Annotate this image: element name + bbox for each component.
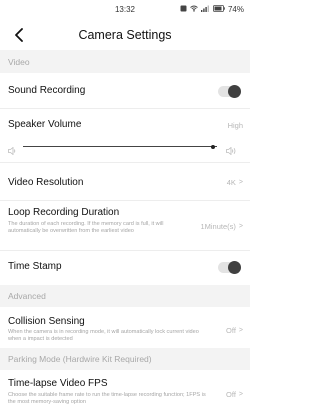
- loop-recording-value: 1Minute(s) >: [200, 222, 243, 231]
- chevron-right-icon: >: [238, 391, 243, 398]
- volume-slider[interactable]: [23, 144, 217, 149]
- timelapse-fps-row[interactable]: Time-lapse Video FPS Choose the suitable…: [0, 370, 250, 413]
- timelapse-fps-desc: Choose the suitable frame rate to run th…: [8, 392, 206, 405]
- video-resolution-row[interactable]: Video Resolution 4K >: [0, 163, 250, 201]
- status-bar: 13:32 74%: [0, 0, 250, 20]
- signal-icon: [200, 5, 210, 14]
- collision-sensing-value-text: Off: [226, 326, 236, 335]
- notification-icon: [180, 5, 187, 14]
- battery-icon: [213, 5, 225, 14]
- time-stamp-row: Time Stamp: [0, 251, 250, 285]
- time-stamp-toggle[interactable]: [218, 261, 241, 274]
- chevron-right-icon: >: [238, 223, 243, 230]
- time-stamp-label: Time Stamp: [8, 261, 62, 272]
- chevron-right-icon: >: [238, 179, 243, 186]
- collision-sensing-value: Off >: [226, 326, 243, 335]
- speaker-volume-row: Speaker Volume High: [0, 109, 250, 163]
- timelapse-fps-value-text: Off: [226, 390, 236, 399]
- page-title: Camera Settings: [78, 28, 172, 42]
- sound-recording-toggle[interactable]: [218, 85, 241, 98]
- video-resolution-value-text: 4K: [226, 178, 236, 187]
- loop-recording-value-text: 1Minute(s): [200, 222, 236, 231]
- volume-low-icon: [8, 142, 17, 160]
- video-resolution-label: Video Resolution: [8, 177, 84, 188]
- speaker-volume-label: Speaker Volume: [8, 119, 82, 130]
- battery-percent: 74%: [227, 5, 244, 14]
- chevron-right-icon: >: [238, 327, 243, 334]
- toggle-knob: [228, 261, 241, 274]
- volume-slider-thumb[interactable]: [211, 144, 216, 149]
- timelapse-fps-label: Time-lapse Video FPS: [8, 378, 108, 389]
- speaker-volume-value: High: [227, 121, 243, 130]
- section-header-video: Video: [0, 50, 250, 73]
- sound-recording-row: Sound Recording: [0, 73, 250, 109]
- section-header-advanced: Advanced: [0, 285, 250, 307]
- timelapse-fps-value: Off >: [226, 390, 243, 399]
- status-icons: 74%: [180, 5, 244, 14]
- section-header-parking: Parking Mode (Hardwire Kit Required): [0, 348, 250, 370]
- video-resolution-value: 4K >: [227, 178, 243, 187]
- wifi-icon: [190, 5, 198, 14]
- collision-sensing-desc: When the camera is in recording mode, it…: [8, 329, 199, 342]
- loop-recording-row[interactable]: Loop Recording Duration The duration of …: [0, 201, 250, 251]
- loop-recording-label: Loop Recording Duration: [8, 207, 120, 218]
- loop-recording-desc: The duration of each recording. If the m…: [8, 221, 164, 234]
- collision-sensing-label: Collision Sensing: [8, 316, 85, 327]
- toggle-knob: [228, 85, 241, 98]
- sound-recording-label: Sound Recording: [8, 85, 86, 96]
- volume-high-icon: [226, 142, 237, 160]
- nav-bar: Camera Settings: [0, 20, 250, 50]
- collision-sensing-row[interactable]: Collision Sensing When the camera is in …: [0, 307, 250, 348]
